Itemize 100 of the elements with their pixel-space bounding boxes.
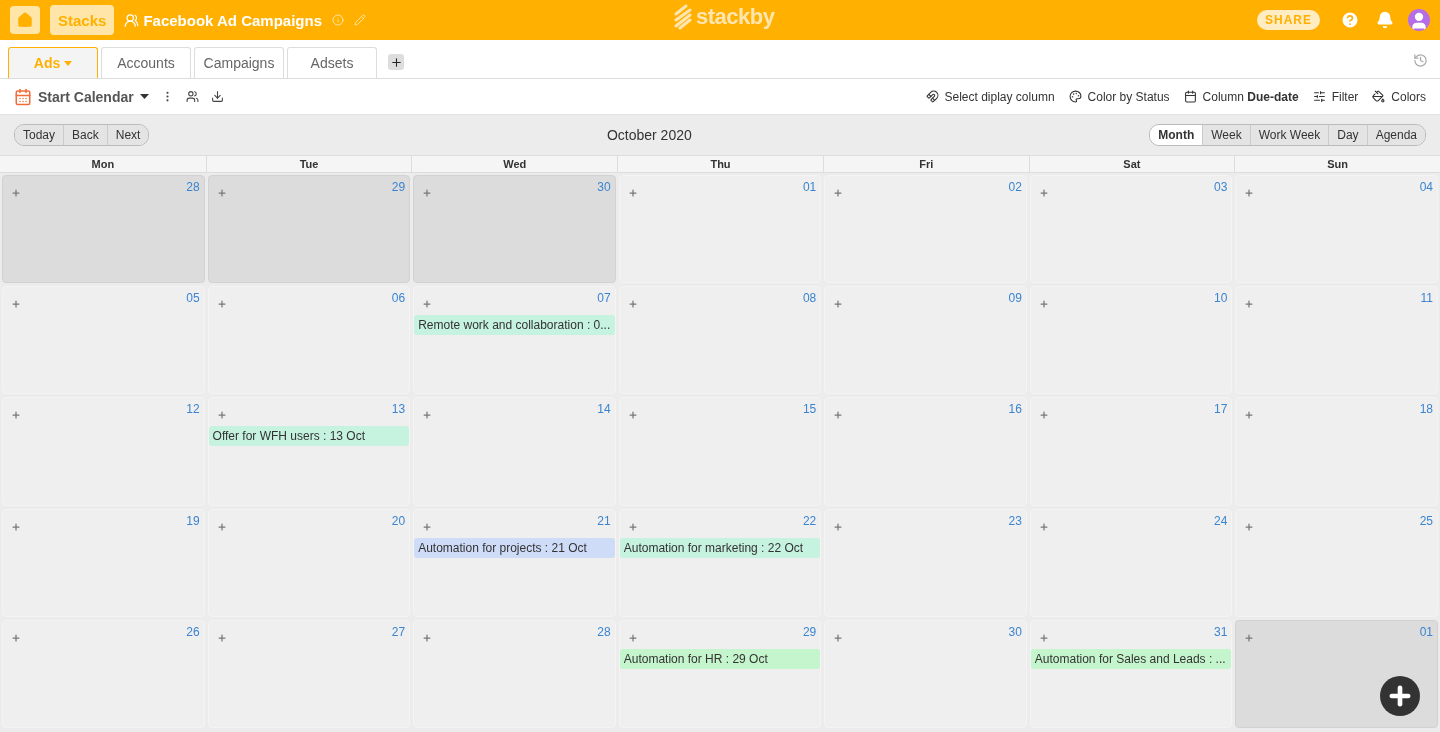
day-cell[interactable]: 22 Automation for marketing : 22 Oct (618, 508, 822, 617)
add-button[interactable] (627, 410, 638, 421)
event[interactable]: Remote work and collaboration : 0... (414, 315, 615, 336)
day-cell[interactable]: 01 (1235, 619, 1438, 728)
day-cell[interactable]: 25 (1235, 508, 1438, 617)
event[interactable]: Automation for Sales and Leads : ... (1030, 648, 1232, 669)
day-cell[interactable]: 20 (207, 508, 411, 617)
day-cell[interactable]: 17 (1029, 397, 1233, 506)
day-cell[interactable]: 26 (2, 619, 205, 728)
add-button[interactable] (11, 521, 21, 532)
nav-button[interactable]: Next (106, 125, 149, 145)
add-button[interactable] (216, 299, 227, 310)
add-button[interactable] (1244, 521, 1255, 532)
add-button[interactable] (833, 632, 844, 643)
event[interactable]: Offer for WFH users : 13 Oct (208, 426, 410, 447)
day-cell[interactable]: 01 (618, 175, 822, 284)
view-button[interactable]: Week (1202, 125, 1250, 145)
event[interactable]: Automation for projects : 21 Oct (414, 537, 615, 558)
day-cell[interactable]: 28 (413, 619, 616, 728)
day-cell[interactable]: 16 (824, 397, 1027, 506)
add-button[interactable] (422, 299, 433, 310)
day-cell[interactable]: 23 (824, 508, 1027, 617)
add-button[interactable] (216, 521, 227, 532)
event[interactable]: Automation for HR : 29 Oct (619, 648, 821, 669)
add-button[interactable] (627, 632, 638, 643)
day-cell[interactable]: 03 (1029, 175, 1233, 284)
day-cell[interactable]: 30 (824, 619, 1027, 728)
day-cell[interactable]: 02 (824, 175, 1027, 284)
toolbar-option[interactable]: Colors (1372, 89, 1426, 104)
avatar[interactable] (1408, 9, 1430, 31)
nav-button[interactable]: Today (15, 125, 64, 145)
view-button[interactable]: Agenda (1366, 125, 1425, 145)
users-icon[interactable] (185, 90, 199, 103)
table-tab[interactable]: Accounts (101, 47, 191, 78)
add-button[interactable] (1038, 299, 1049, 310)
day-cell[interactable]: 13 Offer for WFH users : 13 Oct (207, 397, 411, 506)
day-cell[interactable]: 29 Automation for HR : 29 Oct (618, 619, 822, 728)
add-button[interactable] (1244, 410, 1255, 421)
day-cell[interactable]: 21 Automation for projects : 21 Oct (413, 508, 616, 617)
add-button[interactable] (1038, 632, 1049, 643)
notification-icon[interactable] (1376, 11, 1394, 29)
view-button[interactable]: Day (1328, 125, 1367, 145)
add-button[interactable] (1244, 299, 1255, 310)
add-button[interactable] (216, 188, 227, 198)
add-button[interactable] (1244, 188, 1255, 198)
add-button[interactable] (11, 410, 21, 421)
home-button[interactable] (10, 6, 40, 34)
add-button[interactable] (833, 188, 844, 198)
add-button[interactable] (11, 299, 21, 310)
event[interactable]: Automation for marketing : 22 Oct (619, 537, 821, 558)
day-cell[interactable]: 28 (2, 175, 205, 284)
day-cell[interactable]: 31 Automation for Sales and Leads : ... (1029, 619, 1233, 728)
add-button[interactable] (11, 188, 21, 198)
day-cell[interactable]: 12 (2, 397, 205, 506)
add-button[interactable] (422, 410, 433, 421)
table-tab[interactable]: Campaigns (194, 47, 284, 78)
add-button[interactable] (1038, 188, 1049, 198)
toolbar-option[interactable]: Select diplay column (925, 89, 1055, 104)
add-button[interactable] (422, 521, 433, 532)
add-button[interactable] (627, 521, 638, 532)
add-button[interactable] (627, 299, 638, 310)
add-button[interactable] (216, 632, 227, 643)
add-button[interactable] (833, 299, 844, 310)
history-icon[interactable] (1413, 53, 1428, 68)
add-button[interactable] (1038, 410, 1049, 421)
day-cell[interactable]: 18 (1235, 397, 1438, 506)
day-cell[interactable]: 14 (413, 397, 616, 506)
day-cell[interactable]: 05 (2, 286, 205, 395)
add-button[interactable] (833, 521, 844, 532)
view-selector[interactable]: Start Calendar (14, 87, 149, 106)
day-cell[interactable]: 08 (618, 286, 822, 395)
day-cell[interactable]: 24 (1029, 508, 1233, 617)
add-button[interactable] (833, 410, 844, 421)
day-cell[interactable]: 30 (413, 175, 616, 284)
day-cell[interactable]: 19 (2, 508, 205, 617)
day-cell[interactable]: 10 (1029, 286, 1233, 395)
day-cell[interactable]: 09 (824, 286, 1027, 395)
add-button[interactable] (1244, 632, 1255, 643)
toolbar-option[interactable]: Filter (1312, 89, 1359, 104)
add-button[interactable] (422, 188, 433, 198)
table-tab[interactable]: Adsets (287, 47, 377, 78)
day-cell[interactable]: 27 (207, 619, 411, 728)
download-icon[interactable] (210, 90, 224, 103)
add-button[interactable] (627, 188, 638, 198)
add-button[interactable] (11, 632, 21, 643)
day-cell[interactable]: 04 (1235, 175, 1438, 284)
day-cell[interactable]: 15 (618, 397, 822, 506)
help-icon[interactable] (1340, 10, 1360, 30)
edit-icon[interactable] (354, 14, 367, 26)
day-cell[interactable]: 06 (207, 286, 411, 395)
day-cell[interactable]: 29 (207, 175, 411, 284)
view-button[interactable]: Month (1150, 125, 1203, 145)
day-cell[interactable]: 11 (1235, 286, 1438, 395)
add-button[interactable] (1038, 521, 1049, 532)
add-button[interactable] (216, 410, 227, 421)
day-cell[interactable]: 07 Remote work and collaboration : 0... (413, 286, 616, 395)
toolbar-option[interactable]: Column Due-date (1183, 89, 1299, 104)
add-button[interactable] (422, 632, 433, 643)
add-tab-button[interactable] (388, 54, 404, 70)
nav-button[interactable]: Back (63, 125, 107, 145)
